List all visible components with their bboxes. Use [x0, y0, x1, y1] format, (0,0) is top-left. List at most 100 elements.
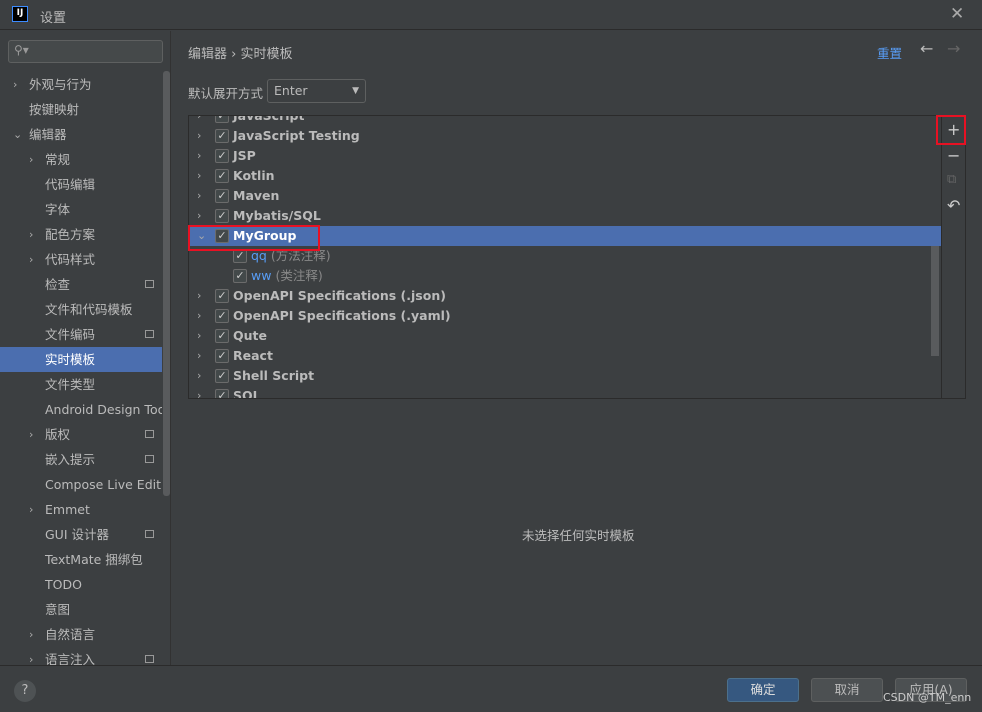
- chevron-right-icon[interactable]: ›: [197, 326, 201, 346]
- template-group[interactable]: › ✓ Shell Script: [189, 366, 941, 386]
- template-name: React: [233, 348, 273, 363]
- checkbox[interactable]: ✓: [215, 289, 229, 303]
- chevron-right-icon[interactable]: ›: [197, 346, 201, 366]
- sidebar-item[interactable]: 按键映射: [0, 97, 162, 122]
- sidebar-item-label: 文件类型: [45, 377, 96, 392]
- chevron-right-icon[interactable]: ›: [197, 206, 201, 226]
- template-item[interactable]: ✓ ww (类注释): [189, 266, 941, 286]
- template-group[interactable]: › ✓ Mybatis/SQL: [189, 206, 941, 226]
- sidebar-item[interactable]: Compose Live Edit: [0, 472, 162, 497]
- ok-button[interactable]: 确定: [727, 678, 799, 702]
- checkbox[interactable]: ✓: [215, 116, 229, 123]
- sidebar-item[interactable]: 实时模板: [0, 347, 162, 372]
- remove-icon[interactable]: −: [947, 146, 960, 165]
- checkbox[interactable]: ✓: [215, 209, 229, 223]
- chevron-right-icon[interactable]: ›: [29, 622, 33, 647]
- template-group[interactable]: › ✓ OpenAPI Specifications (.yaml): [189, 306, 941, 326]
- chevron-right-icon[interactable]: ›: [29, 497, 33, 522]
- template-group[interactable]: › ✓ React: [189, 346, 941, 366]
- sidebar-item[interactable]: Android Design Tools: [0, 397, 162, 422]
- checkbox[interactable]: ✓: [215, 169, 229, 183]
- checkbox[interactable]: ✓: [233, 249, 247, 263]
- checkbox[interactable]: ✓: [215, 349, 229, 363]
- template-group[interactable]: › ✓ Qute: [189, 326, 941, 346]
- chevron-right-icon[interactable]: ›: [197, 126, 201, 146]
- watermark: CSDN @TM_enn: [883, 691, 972, 704]
- checkbox[interactable]: ✓: [215, 329, 229, 343]
- copy-icon[interactable]: ⧉: [947, 172, 956, 187]
- chevron-right-icon[interactable]: ›: [13, 72, 17, 97]
- sidebar-item[interactable]: › 版权: [0, 422, 162, 447]
- checkbox[interactable]: ✓: [215, 369, 229, 383]
- sidebar-item[interactable]: › Emmet: [0, 497, 162, 522]
- project-scope-icon: [145, 530, 154, 538]
- sidebar-item[interactable]: › 配色方案: [0, 222, 162, 247]
- sidebar-item[interactable]: 文件类型: [0, 372, 162, 397]
- cancel-button[interactable]: 取消: [811, 678, 883, 702]
- template-group[interactable]: › ✓ SQL: [189, 386, 941, 399]
- chevron-right-icon[interactable]: ›: [29, 222, 33, 247]
- chevron-right-icon[interactable]: ›: [197, 306, 201, 326]
- checkbox[interactable]: ✓: [215, 389, 229, 398]
- sidebar-scrollbar[interactable]: [163, 71, 170, 496]
- empty-message: 未选择任何实时模板: [522, 528, 635, 543]
- checkbox[interactable]: ✓: [215, 189, 229, 203]
- chevron-right-icon[interactable]: ›: [29, 422, 33, 447]
- sidebar-item[interactable]: 检查: [0, 272, 162, 297]
- template-name: SQL: [233, 388, 261, 399]
- template-group[interactable]: › ✓ JavaScript Testing: [189, 126, 941, 146]
- sidebar-item[interactable]: › 常规: [0, 147, 162, 172]
- sidebar-item[interactable]: 嵌入提示: [0, 447, 162, 472]
- reset-link[interactable]: 重置: [877, 43, 902, 62]
- chevron-right-icon[interactable]: ›: [29, 147, 33, 172]
- sidebar-item-label: 意图: [45, 602, 71, 617]
- sidebar-item[interactable]: 代码编辑: [0, 172, 162, 197]
- chevron-right-icon[interactable]: ›: [197, 166, 201, 186]
- chevron-right-icon[interactable]: ›: [197, 286, 201, 306]
- checkbox[interactable]: ✓: [215, 129, 229, 143]
- chevron-right-icon[interactable]: ›: [197, 366, 201, 386]
- chevron-down-icon[interactable]: ⌄: [13, 122, 22, 147]
- chevron-right-icon[interactable]: ›: [29, 247, 33, 272]
- sidebar-item-label: 字体: [45, 202, 71, 217]
- sidebar-item[interactable]: GUI 设计器: [0, 522, 162, 547]
- template-group[interactable]: › ✓ JavaScript: [189, 116, 941, 126]
- back-arrow-icon[interactable]: ←: [920, 39, 933, 58]
- chevron-right-icon[interactable]: ›: [197, 386, 201, 398]
- forward-arrow-icon[interactable]: →: [947, 39, 960, 58]
- sidebar-item[interactable]: 文件编码: [0, 322, 162, 347]
- chevron-right-icon[interactable]: ›: [197, 116, 201, 126]
- sidebar-item[interactable]: TODO: [0, 572, 162, 597]
- chevron-right-icon[interactable]: ›: [197, 186, 201, 206]
- help-icon[interactable]: ?: [14, 680, 36, 702]
- sidebar-item[interactable]: › 外观与行为: [0, 72, 162, 97]
- template-group[interactable]: › ✓ Kotlin: [189, 166, 941, 186]
- sidebar-item[interactable]: › 自然语言: [0, 622, 162, 647]
- expand-with-select[interactable]: Enter ▼: [267, 79, 366, 103]
- template-group[interactable]: › ✓ JSP: [189, 146, 941, 166]
- sidebar-item[interactable]: ⌄ 编辑器: [0, 122, 162, 147]
- sidebar-item-label: GUI 设计器: [45, 527, 109, 542]
- sidebar-item-label: 代码样式: [45, 252, 96, 267]
- checkbox[interactable]: ✓: [215, 149, 229, 163]
- chevron-right-icon[interactable]: ›: [197, 146, 201, 166]
- template-group[interactable]: › ✓ Maven: [189, 186, 941, 206]
- breadcrumb: 编辑器 › 实时模板: [188, 47, 293, 62]
- tree-scrollbar[interactable]: [931, 246, 939, 356]
- template-tree: › ✓ JavaScript › ✓ JavaScript Testing › ✓ JSP › ✓ K…: [188, 115, 966, 399]
- template-name: Maven: [233, 188, 280, 203]
- sidebar-item[interactable]: 文件和代码模板: [0, 297, 162, 322]
- sidebar-item-label: 实时模板: [45, 352, 96, 367]
- sidebar-item[interactable]: TextMate 捆绑包: [0, 547, 162, 572]
- search-input[interactable]: ⚲▾: [8, 40, 163, 63]
- close-icon[interactable]: ✕: [950, 4, 964, 24]
- sidebar-item[interactable]: 意图: [0, 597, 162, 622]
- sidebar: ⚲▾ › 外观与行为 按键映射 ⌄ 编辑器 › 常规 代码编辑 字体 › 配色方案 › 代码样式 检查 文件…: [0, 31, 171, 667]
- sidebar-item[interactable]: › 代码样式: [0, 247, 162, 272]
- checkbox[interactable]: ✓: [215, 309, 229, 323]
- checkbox[interactable]: ✓: [233, 269, 247, 283]
- restore-icon[interactable]: ↶: [947, 196, 960, 215]
- sidebar-item[interactable]: 字体: [0, 197, 162, 222]
- template-group[interactable]: › ✓ OpenAPI Specifications (.json): [189, 286, 941, 306]
- search-icon: ⚲▾: [14, 43, 29, 57]
